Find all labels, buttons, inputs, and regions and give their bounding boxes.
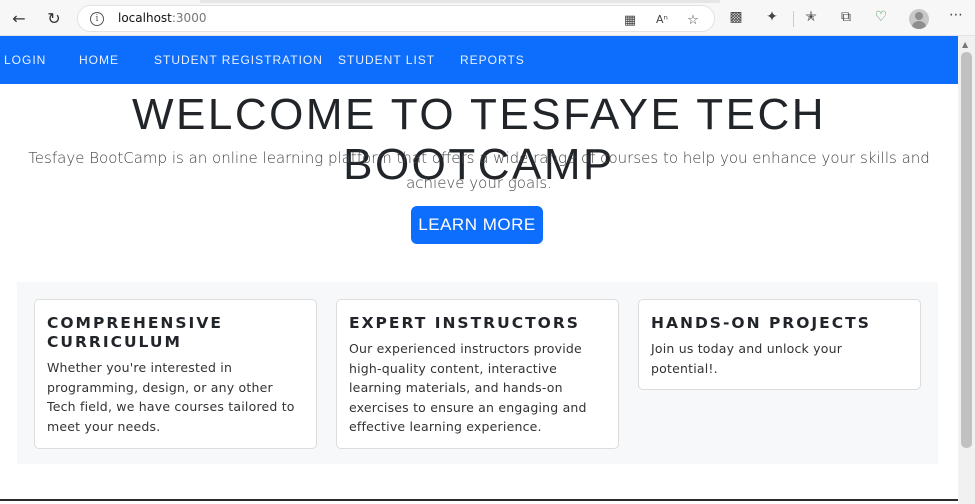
favorites-icon[interactable]: ✭ [801, 9, 821, 25]
feature-title: HANDS-ON PROJECTS [651, 314, 871, 332]
favorite-star-icon[interactable]: ☆ [684, 13, 702, 28]
feature-title: EXPERT INSTRUCTORS [349, 314, 580, 332]
scrollbar-thumb[interactable] [961, 52, 972, 448]
learn-more-button[interactable]: LEARN MORE [411, 206, 543, 244]
profile-avatar-icon[interactable] [909, 9, 929, 29]
back-icon[interactable]: ← [8, 8, 30, 30]
nav-student-registration[interactable]: STUDENT REGISTRATION [154, 53, 323, 67]
refresh-icon[interactable]: ↻ [43, 8, 65, 30]
puzzle-icon[interactable]: ✦ [762, 9, 782, 25]
address-bar[interactable]: i localhost:3000 ▦ Aⁿ ☆ [77, 5, 715, 32]
main-navbar: LOGIN HOME STUDENT REGISTRATION STUDENT … [0, 36, 958, 84]
nav-home[interactable]: HOME [79, 53, 119, 67]
feature-text: Our experienced instructors provide high… [349, 341, 587, 434]
toolbar-divider [793, 11, 794, 27]
url-text: localhost:3000 [118, 11, 207, 25]
features-section: COMPREHENSIVE CURRICULUM Whether you're … [17, 282, 938, 464]
feature-card-projects: HANDS-ON PROJECTS Join us today and unlo… [638, 299, 921, 390]
read-aloud-icon[interactable]: Aⁿ [653, 13, 671, 26]
heart-pulse-icon[interactable]: ♡ [871, 9, 891, 25]
nav-login[interactable]: LOGIN [4, 53, 46, 67]
more-menu-icon[interactable]: ⋯ [946, 7, 966, 23]
feature-text: Whether you're interested in programming… [47, 360, 295, 434]
nav-reports[interactable]: REPORTS [460, 53, 525, 67]
feature-title: COMPREHENSIVE CURRICULUM [47, 314, 223, 351]
nav-student-list[interactable]: STUDENT LIST [338, 53, 435, 67]
info-icon[interactable]: i [90, 12, 104, 26]
bottom-divider [0, 499, 958, 501]
feature-card-instructors: EXPERT INSTRUCTORS Our experienced instr… [336, 299, 619, 449]
feature-card-curriculum: COMPREHENSIVE CURRICULUM Whether you're … [34, 299, 317, 449]
tab-strip-edge [200, 0, 720, 3]
extension-icon[interactable]: ▩ [726, 9, 746, 25]
split-screen-icon[interactable]: ▦ [621, 13, 639, 28]
collections-icon[interactable]: ⧉ [836, 9, 856, 25]
hero-subtitle: Tesfaye BootCamp is an online learning p… [28, 149, 930, 192]
feature-text: Join us today and unlock your potential!… [651, 341, 843, 376]
browser-toolbar: ← ↻ i localhost:3000 ▦ Aⁿ ☆ ▩ ✦ ✭ ⧉ ♡ ⋯ [0, 0, 975, 36]
scroll-up-icon[interactable]: ▲ [962, 40, 968, 49]
